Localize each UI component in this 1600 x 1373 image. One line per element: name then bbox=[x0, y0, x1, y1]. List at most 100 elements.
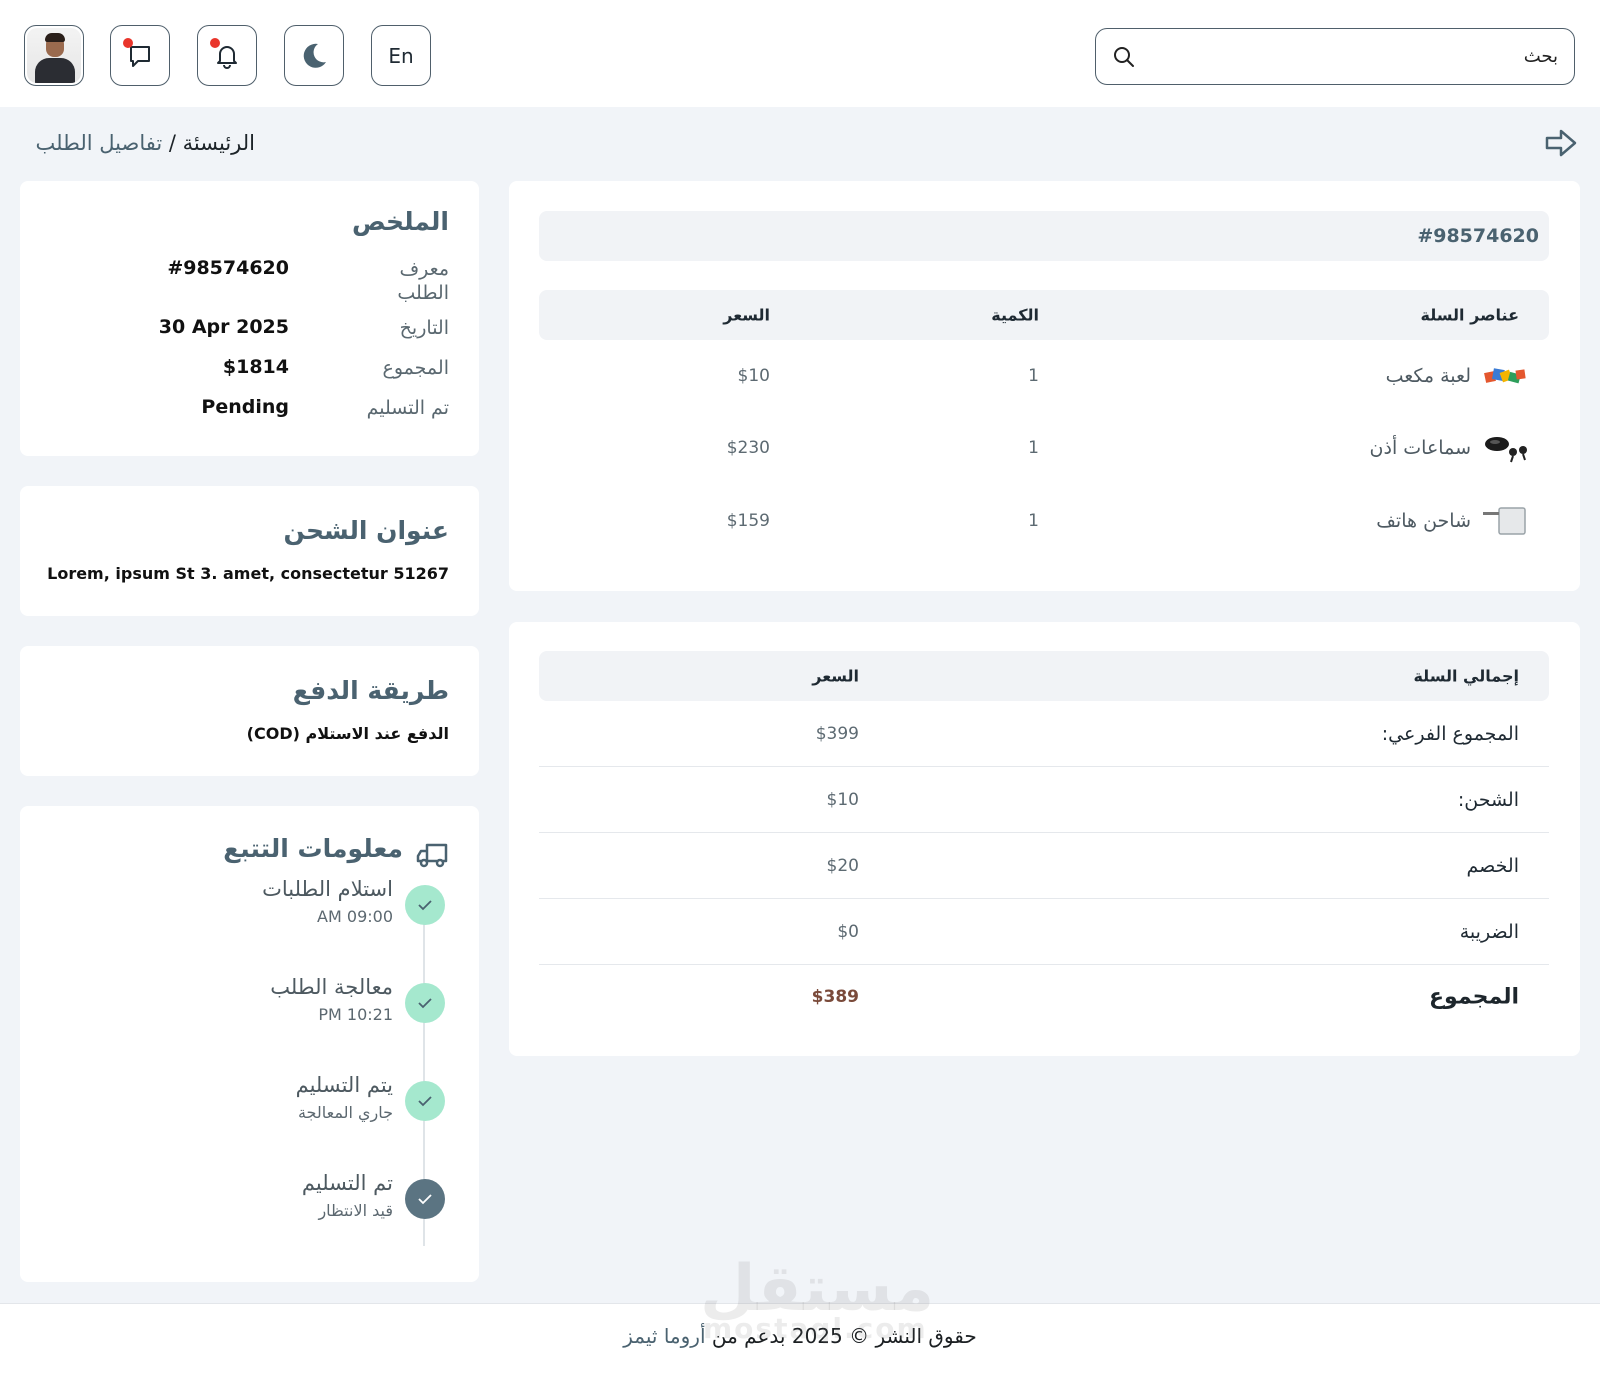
summary-label: التاريخ bbox=[399, 317, 449, 339]
shipping-address-card: عنوان الشحن Lorem, ipsum St 3. amet, con… bbox=[20, 486, 479, 616]
breadcrumb-separator: / bbox=[168, 131, 176, 155]
summary-title: الملخص bbox=[351, 207, 449, 236]
discount-row: الخصم $20 bbox=[539, 833, 1549, 899]
watermark-url: mostaql.com bbox=[703, 1312, 928, 1345]
item-price: $230 bbox=[726, 438, 770, 458]
totals-table-header: إجمالي السلة السعر bbox=[539, 651, 1549, 701]
moon-icon bbox=[303, 43, 326, 68]
subtotal-row: المجموع الفرعي: $399 bbox=[539, 701, 1549, 767]
step-title: استلام الطلبات bbox=[262, 877, 393, 901]
charger-thumbnail bbox=[1483, 507, 1526, 535]
shipping-address: Lorem, ipsum St 3. amet, consectetur 512… bbox=[47, 564, 449, 583]
notification-dot bbox=[210, 38, 220, 48]
language-toggle-button[interactable]: En bbox=[371, 25, 431, 86]
col-total-price: السعر bbox=[812, 666, 859, 686]
item-name: سماعات أذن bbox=[1369, 437, 1471, 459]
step-subtitle: 09:00 AM bbox=[317, 907, 393, 926]
step-title: يتم التسليم bbox=[295, 1073, 393, 1097]
payment-method: الدفع عند الاستلام (COD) bbox=[246, 724, 449, 743]
tracking-step: استلام الطلبات 09:00 AM bbox=[45, 877, 445, 945]
step-subtitle: 10:21 PM bbox=[318, 1005, 393, 1024]
notifications-button[interactable] bbox=[197, 25, 257, 86]
item-name: شاحن هاتف bbox=[1376, 510, 1471, 532]
row-label: الخصم bbox=[1466, 854, 1519, 877]
footer-brand-link[interactable]: أروما ثيمز bbox=[623, 1324, 705, 1348]
payment-title: طريقة الدفع bbox=[292, 676, 449, 705]
item-price: $159 bbox=[726, 511, 770, 531]
summary-label: معرف الطلب bbox=[397, 258, 449, 304]
row-label: المجموع الفرعي: bbox=[1381, 722, 1519, 745]
avatar bbox=[27, 28, 81, 83]
item-name: لعبة مكعب bbox=[1385, 365, 1471, 387]
cart-totals-card: إجمالي السلة السعر المجموع الفرعي: $399 … bbox=[509, 622, 1580, 1056]
search-input[interactable] bbox=[1144, 46, 1558, 67]
row-value: $10 bbox=[826, 789, 859, 810]
summary-label: المجموع bbox=[382, 357, 449, 379]
order-items-card: #98574620 عناصر السلة الكمية السعر لعبة … bbox=[509, 181, 1580, 591]
col-price: السعر bbox=[723, 305, 770, 325]
check-icon bbox=[418, 900, 432, 911]
tax-row: الضريبة $0 bbox=[539, 899, 1549, 965]
item-qty: 1 bbox=[1028, 438, 1039, 458]
language-label: En bbox=[388, 43, 414, 68]
row-label: الشحن: bbox=[1457, 788, 1519, 811]
items-table-header: عناصر السلة الكمية السعر bbox=[539, 290, 1549, 340]
step-subtitle: قيد الانتظار bbox=[318, 1201, 393, 1220]
summary-value: $1814 bbox=[222, 356, 289, 378]
tracking-step: معالجة الطلب 10:21 PM bbox=[45, 975, 445, 1043]
tracking-step: يتم التسليم جاري المعالجة bbox=[45, 1073, 445, 1141]
summary-value: Pending bbox=[201, 396, 289, 418]
messages-button[interactable] bbox=[110, 25, 170, 86]
row-value: $399 bbox=[815, 723, 859, 744]
row-label: المجموع bbox=[1429, 984, 1519, 1010]
step-status bbox=[405, 885, 445, 925]
step-title: معالجة الطلب bbox=[270, 975, 393, 999]
tracking-card: معلومات التتبع استلام الطلبات 09:00 AM م… bbox=[20, 806, 479, 1282]
step-title: تم التسليم bbox=[301, 1171, 393, 1195]
step-status bbox=[405, 1179, 445, 1219]
breadcrumb: الرئيسئة / تفاصيل الطلب bbox=[36, 131, 255, 155]
search-box[interactable] bbox=[1095, 28, 1575, 85]
col-qty: الكمية bbox=[991, 305, 1039, 325]
table-row: لعبة مكعب 1 $10 bbox=[539, 340, 1549, 412]
shipping-row: الشحن: $10 bbox=[539, 767, 1549, 833]
breadcrumb-home[interactable]: الرئيسئة bbox=[183, 131, 255, 155]
item-qty: 1 bbox=[1028, 366, 1039, 386]
summary-value: #98574620 bbox=[167, 257, 289, 279]
summary-card: الملخص معرف الطلب #98574620 التاريخ 30 A… bbox=[20, 181, 479, 456]
row-value: $0 bbox=[837, 921, 859, 942]
profile-button[interactable] bbox=[24, 25, 84, 86]
top-header: En bbox=[0, 0, 1600, 107]
order-id-bar: #98574620 bbox=[539, 211, 1549, 261]
shipping-title: عنوان الشحن bbox=[283, 516, 449, 545]
col-cart-total: إجمالي السلة bbox=[1413, 666, 1519, 686]
payment-method-card: طريقة الدفع الدفع عند الاستلام (COD) bbox=[20, 646, 479, 776]
truck-icon bbox=[416, 843, 448, 868]
order-id: #98574620 bbox=[1417, 225, 1539, 247]
summary-value: 30 Apr 2025 bbox=[158, 316, 289, 338]
step-status bbox=[405, 983, 445, 1023]
check-icon bbox=[418, 998, 432, 1009]
item-qty: 1 bbox=[1028, 511, 1039, 531]
dark-mode-button[interactable] bbox=[284, 25, 344, 86]
table-row: سماعات أذن 1 $230 bbox=[539, 412, 1549, 484]
forward-arrow-icon[interactable] bbox=[1544, 128, 1578, 158]
row-value: $389 bbox=[811, 987, 859, 1007]
check-icon bbox=[418, 1194, 432, 1205]
item-price: $10 bbox=[737, 366, 770, 386]
check-icon bbox=[418, 1096, 432, 1107]
breadcrumb-current: تفاصيل الطلب bbox=[35, 131, 163, 155]
tracking-step: تم التسليم قيد الانتظار bbox=[45, 1171, 445, 1239]
row-label: الضريبة bbox=[1459, 920, 1519, 943]
total-row: المجموع $389 bbox=[539, 964, 1549, 1030]
row-value: $20 bbox=[826, 855, 859, 876]
message-dot bbox=[123, 38, 133, 48]
col-items: عناصر السلة bbox=[1420, 305, 1519, 325]
tracking-title: معلومات التتبع bbox=[223, 834, 403, 863]
step-subtitle: جاري المعالجة bbox=[297, 1103, 393, 1122]
summary-label: تم التسليم bbox=[366, 397, 449, 419]
cube-toy-thumbnail bbox=[1484, 368, 1526, 384]
earbuds-thumbnail bbox=[1485, 437, 1527, 463]
table-row: شاحن هاتف 1 $159 bbox=[539, 485, 1549, 557]
step-status bbox=[405, 1081, 445, 1121]
